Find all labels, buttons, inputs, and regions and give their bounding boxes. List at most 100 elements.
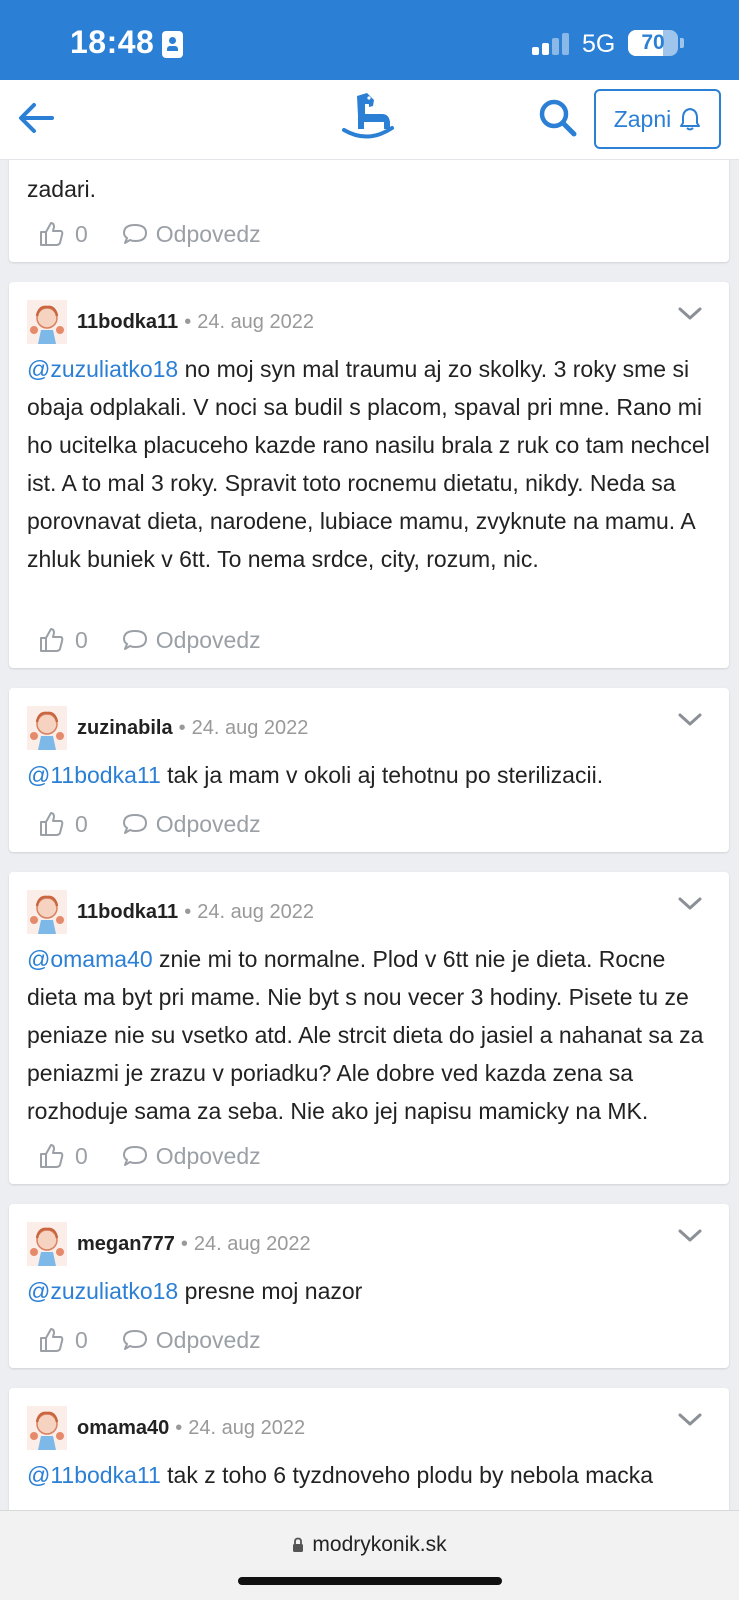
chevron-down-icon[interactable] [677,1228,703,1244]
thumbs-up-icon [40,222,64,246]
reply-label: Odpovedz [155,810,261,837]
author-name[interactable]: 11bodka11 [77,901,178,924]
post-date: 24. aug 2022 [197,900,314,923]
reply-button[interactable]: Odpovedz [122,1327,261,1354]
comment-meta: omama40 • 24. aug 2022 [27,1406,305,1450]
url-display[interactable]: modrykonik.sk [0,1533,739,1557]
like-count: 0 [75,1326,88,1353]
browser-url-bar: modrykonik.sk [0,1510,739,1600]
comment-text: @omama40 znie mi to normalne. Plod v 6tt… [27,946,704,1124]
comment-meta: 11bodka11 • 24. aug 2022 [27,890,314,934]
mention-link[interactable]: @zuzuliatko18 [27,356,178,382]
reply-label: Odpovedz [155,626,261,653]
chevron-down-icon[interactable] [677,1412,703,1428]
like-count: 0 [75,626,88,653]
avatar[interactable] [27,1406,67,1450]
mention-link[interactable]: @11bodka11 [27,1462,161,1488]
battery-level: 70 [641,31,665,54]
contact-card-icon [162,31,183,58]
back-button[interactable] [14,96,58,140]
comment-actions: 0 Odpovedz [39,219,261,249]
speech-bubble-icon [122,224,147,244]
like-count: 0 [75,810,88,837]
like-count: 0 [75,220,88,247]
author-name[interactable]: omama40 [77,1417,169,1440]
avatar[interactable] [27,706,67,750]
thumbs-up-icon [40,1328,64,1352]
status-bar: 18:48 5G 70 [0,0,739,80]
battery-icon: 70 [628,30,678,56]
speech-bubble-icon [122,630,147,650]
speech-bubble-icon [122,1330,147,1350]
mention-link[interactable]: @11bodka11 [27,762,161,788]
comment-text: @11bodka11 tak z toho 6 tyzdnoveho plodu… [27,1462,654,1488]
comment-meta: zuzinabila • 24. aug 2022 [27,706,308,750]
reply-label: Odpovedz [155,1326,261,1353]
comment-meta: megan777 • 24. aug 2022 [27,1222,311,1266]
speech-bubble-icon [122,1146,147,1166]
comment-text: @11bodka11 tak ja mam v okoli aj tehotnu… [27,762,604,788]
status-time: 18:48 [70,24,155,60]
arrow-left-icon [19,103,54,133]
home-indicator[interactable] [238,1577,502,1585]
comment-text: chut sexovat. Stale mam ten strach v seb… [27,160,711,170]
comment-card: zuzinabila • 24. aug 2022 @11bodka11 tak… [9,688,729,852]
url-text: modrykonik.sk [312,1533,447,1556]
thumbs-up-icon [40,1144,64,1168]
reply-button[interactable]: Odpovedz [122,627,261,654]
comments-feed[interactable]: chut sexovat. Stale mam ten strach v seb… [0,160,739,1510]
comment-card: omama40 • 24. aug 2022 @11bodka11 tak z … [9,1388,729,1510]
author-name[interactable]: zuzinabila [77,717,173,740]
author-name[interactable]: 11bodka11 [77,311,178,334]
post-date: 24. aug 2022 [193,1232,311,1255]
reply-button[interactable]: Odpovedz [122,221,261,248]
comment-actions: 0 Odpovedz [39,1141,261,1171]
rocking-horse-icon [342,93,394,139]
comment-card: chut sexovat. Stale mam ten strach v seb… [9,160,729,262]
mention-link[interactable]: @omama40 [27,946,153,972]
comment-actions: 0 Odpovedz [39,1325,261,1355]
reply-label: Odpovedz [155,220,261,247]
like-button[interactable]: 0 [39,1327,88,1354]
like-count: 0 [75,1142,88,1169]
thumbs-up-icon [40,812,64,836]
like-button[interactable]: 0 [39,811,88,838]
network-type: 5G [582,30,616,58]
avatar[interactable] [27,300,67,344]
post-date: 24. aug 2022 [188,1416,306,1439]
author-name[interactable]: megan777 [77,1233,175,1256]
thumbs-up-icon [40,628,64,652]
comment-card: 11bodka11 • 24. aug 2022 @omama40 znie m… [9,872,729,1184]
search-button[interactable] [536,96,580,140]
chevron-down-icon[interactable] [677,306,703,322]
comment-actions: 0 Odpovedz [39,809,261,839]
app-header: Zapni [0,80,739,160]
reply-button[interactable]: Odpovedz [122,1143,261,1170]
signal-icon [532,33,570,55]
chevron-down-icon[interactable] [677,896,703,912]
comment-text: zadari. [27,176,97,202]
comment-text: @zuzuliatko18 no moj syn mal traumu aj z… [27,356,710,572]
chevron-down-icon[interactable] [677,712,703,728]
like-button[interactable]: 0 [39,627,88,654]
reply-button[interactable]: Odpovedz [122,811,261,838]
comment-text: @zuzuliatko18 presne moj nazor [27,1278,363,1304]
like-button[interactable]: 0 [39,221,88,248]
post-date: 24. aug 2022 [197,310,314,333]
bell-icon [680,108,701,131]
comment-card: 11bodka11 • 24. aug 2022 @zuzuliatko18 n… [9,282,729,668]
comment-meta: 11bodka11 • 24. aug 2022 [27,300,314,344]
notify-label: Zapni [613,105,672,132]
lock-icon [292,1534,304,1552]
avatar[interactable] [27,1222,67,1266]
avatar[interactable] [27,890,67,934]
like-button[interactable]: 0 [39,1143,88,1170]
comment-actions: 0 Odpovedz [39,625,261,655]
comment-card: megan777 • 24. aug 2022 @zuzuliatko18 pr… [9,1204,729,1368]
search-icon [539,99,577,137]
mention-link[interactable]: @zuzuliatko18 [27,1278,178,1304]
notify-button[interactable]: Zapni [594,89,721,149]
home-logo[interactable] [340,92,396,144]
reply-label: Odpovedz [155,1142,261,1169]
speech-bubble-icon [122,814,147,834]
